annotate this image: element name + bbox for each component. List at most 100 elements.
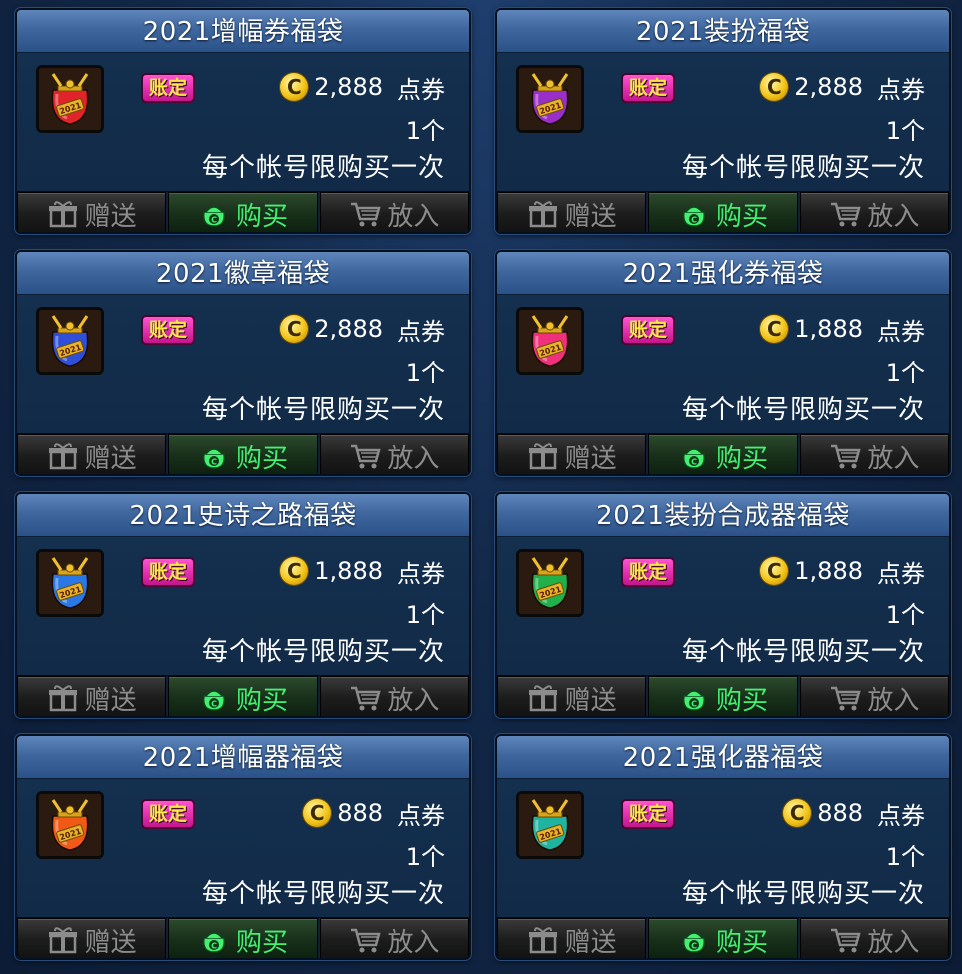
coin-icon: C [280,315,309,343]
price-value: 2,888 [314,315,383,343]
coin-bag-icon: C [202,932,226,953]
svg-text:C: C [211,942,217,951]
item-slot[interactable]: 2021 [36,65,104,133]
lucky-bag-icon: 2021 [519,310,581,372]
lucky-bag-icon: 2021 [39,794,101,856]
gift-button-label: 赠送 [564,927,617,958]
add-to-cart-button[interactable]: 放入 [799,918,949,958]
gift-button[interactable]: 赠送 [17,192,167,232]
shop-item-card: 2021增幅器福袋 2021 账定 C 888 点券 1个 每个帐号限购买一次 … [15,734,471,960]
gift-button[interactable]: 赠送 [497,434,647,474]
action-buttons: 赠送 C 购买 放入 [17,433,469,474]
account-bound-badge: 账定 [141,799,196,829]
coin-bag-icon: C [682,690,706,711]
buy-button[interactable]: C 购买 [648,918,798,958]
add-to-cart-button[interactable]: 放入 [799,434,949,474]
gift-button[interactable]: 赠送 [497,192,647,232]
price-unit: 点券 [877,801,925,830]
item-slot[interactable]: 2021 [516,549,584,617]
gift-button-label: 赠送 [564,443,617,474]
buy-button[interactable]: C 购买 [168,434,318,474]
action-buttons: 赠送 C 购买 放入 [17,191,469,232]
price-value: 2,888 [794,73,863,101]
purchase-limit-note: 每个帐号限购买一次 [681,879,925,909]
add-to-cart-button[interactable]: 放入 [319,676,469,716]
gift-icon [48,443,77,470]
price-value: 1,888 [314,557,383,585]
cart-button-label: 放入 [387,201,440,232]
gift-button-label: 赠送 [564,685,617,716]
gift-icon [528,685,557,712]
price-unit: 点券 [877,75,925,104]
account-bound-badge: 账定 [141,557,196,587]
item-slot[interactable]: 2021 [36,307,104,375]
item-slot[interactable]: 2021 [516,65,584,133]
coin-icon: C [760,73,789,101]
item-quantity: 1个 [405,117,445,145]
item-body: 2021 账定 C 888 点券 1个 每个帐号限购买一次 [17,779,469,917]
svg-text:C: C [691,700,697,709]
shop-item-card: 2021强化器福袋 2021 账定 C 888 点券 1个 每个帐号限购买一次 … [495,734,951,960]
item-quantity: 1个 [885,601,925,629]
buy-button[interactable]: C 购买 [648,676,798,716]
item-slot[interactable]: 2021 [36,791,104,859]
cart-icon [351,928,381,953]
lucky-bag-icon: 2021 [39,310,101,372]
lucky-bag-icon: 2021 [39,68,101,130]
item-title: 2021强化券福袋 [497,252,949,295]
item-slot[interactable]: 2021 [516,307,584,375]
gift-icon [528,443,557,470]
add-to-cart-button[interactable]: 放入 [799,676,949,716]
account-bound-badge: 账定 [621,315,676,345]
price-row: C 888 点券 [303,795,445,831]
gift-icon [48,685,77,712]
price-value: 888 [817,799,863,827]
price-unit: 点券 [397,559,445,588]
gift-button[interactable]: 赠送 [17,434,167,474]
price-row: C 888 点券 [783,795,925,831]
add-to-cart-button[interactable]: 放入 [319,434,469,474]
purchase-limit-note: 每个帐号限购买一次 [681,153,925,183]
buy-button-label: 购买 [235,201,288,232]
buy-button[interactable]: C 购买 [168,676,318,716]
buy-button-label: 购买 [715,685,768,716]
gift-button[interactable]: 赠送 [497,676,647,716]
gift-button[interactable]: 赠送 [17,918,167,958]
item-body: 2021 账定 C 2,888 点券 1个 每个帐号限购买一次 [17,53,469,191]
buy-button-label: 购买 [715,443,768,474]
item-quantity: 1个 [405,601,445,629]
buy-button[interactable]: C 购买 [648,434,798,474]
buy-button-label: 购买 [235,443,288,474]
buy-button-label: 购买 [715,201,768,232]
gift-button[interactable]: 赠送 [497,918,647,958]
gift-button[interactable]: 赠送 [17,676,167,716]
item-title: 2021增幅器福袋 [17,736,469,779]
shop-item-card: 2021徽章福袋 2021 账定 C 2,888 点券 1个 每个帐号限购买一次… [15,250,471,476]
shop-item-card: 2021强化券福袋 2021 账定 C 1,888 点券 1个 每个帐号限购买一… [495,250,951,476]
cart-icon [351,444,381,469]
item-body: 2021 账定 C 2,888 点券 1个 每个帐号限购买一次 [497,53,949,191]
item-body: 2021 账定 C 1,888 点券 1个 每个帐号限购买一次 [17,537,469,675]
price-row: C 2,888 点券 [280,311,445,347]
item-quantity: 1个 [405,843,445,871]
price-value: 888 [337,799,383,827]
item-slot[interactable]: 2021 [36,549,104,617]
coin-icon: C [760,557,789,585]
gift-icon [528,201,557,228]
price-row: C 1,888 点券 [280,553,445,589]
item-slot[interactable]: 2021 [516,791,584,859]
buy-button[interactable]: C 购买 [648,192,798,232]
buy-button[interactable]: C 购买 [168,918,318,958]
gift-button-label: 赠送 [84,927,137,958]
item-body: 2021 账定 C 1,888 点券 1个 每个帐号限购买一次 [497,295,949,433]
add-to-cart-button[interactable]: 放入 [799,192,949,232]
gift-icon [48,927,77,954]
purchase-limit-note: 每个帐号限购买一次 [201,879,445,909]
coin-icon: C [783,799,812,827]
buy-button[interactable]: C 购买 [168,192,318,232]
add-to-cart-button[interactable]: 放入 [319,918,469,958]
svg-text:C: C [691,458,697,467]
item-title: 2021装扮合成器福袋 [497,494,949,537]
account-bound-badge: 账定 [621,73,676,103]
add-to-cart-button[interactable]: 放入 [319,192,469,232]
